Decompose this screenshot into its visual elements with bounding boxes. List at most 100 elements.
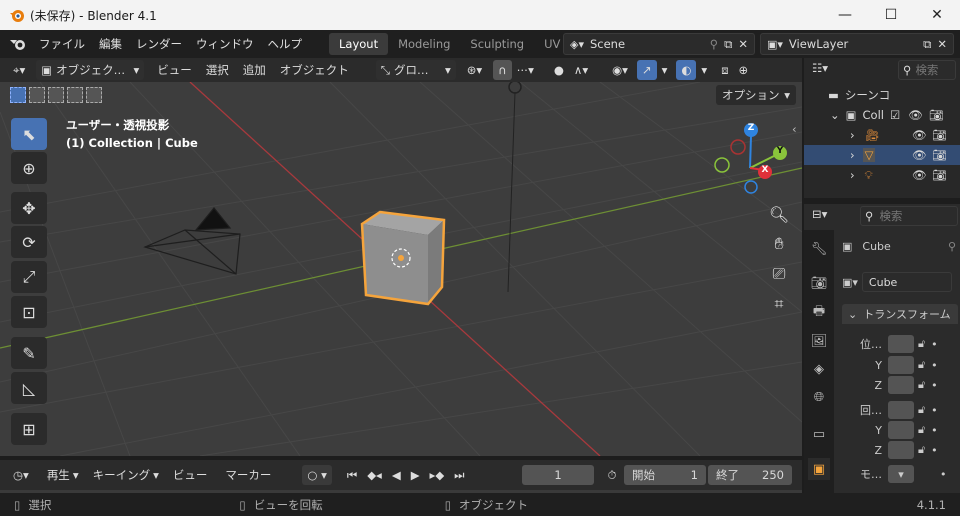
proportional-falloff-button[interactable]: ∧▾: [569, 60, 593, 80]
blender-menu-icon[interactable]: [4, 30, 32, 58]
output-tab-icon[interactable]: 🖶: [808, 302, 830, 324]
camera-render-icon[interactable]: 📷︎: [932, 148, 947, 162]
object-tab-icon[interactable]: ▣: [808, 458, 830, 480]
transform-orientation-dropdown[interactable]: ⤡ グロ… ▾: [375, 60, 456, 80]
shading-wireframe-button[interactable]: ⊕: [734, 60, 754, 80]
keyframe-dot-icon[interactable]: •: [931, 444, 938, 457]
select-subtract-icon[interactable]: [48, 87, 64, 103]
properties-editor-type[interactable]: ⊟▾: [812, 207, 827, 221]
select-box-tool[interactable]: ⬉: [11, 118, 47, 150]
start-frame-field[interactable]: 開始 1: [624, 465, 706, 485]
chevron-right-icon[interactable]: ›: [850, 148, 855, 162]
chevron-down-icon[interactable]: ⌄: [830, 108, 840, 122]
select-new-icon[interactable]: [10, 87, 26, 103]
zoom-button[interactable]: 🔍︎: [765, 200, 793, 228]
pan-button[interactable]: ✋︎: [765, 230, 793, 258]
proportional-edit-toggle[interactable]: ●: [549, 60, 569, 80]
collection-tab-icon[interactable]: ▭: [808, 423, 830, 445]
outliner-display-mode[interactable]: ☷▾: [812, 61, 828, 75]
menu-file[interactable]: ファイル: [32, 36, 92, 52]
lock-icon[interactable]: 🔓︎: [918, 337, 925, 351]
pin-icon[interactable]: ⚲: [710, 37, 718, 51]
lock-icon[interactable]: 🔓︎: [918, 358, 925, 372]
rotate-tool[interactable]: ⟳: [11, 226, 47, 258]
current-frame-field[interactable]: 1: [522, 465, 594, 485]
outliner-cube-row[interactable]: › ▽ 👁︎ 📷︎: [804, 145, 960, 165]
gizmo-y-label[interactable]: Y: [774, 146, 786, 156]
lock-icon[interactable]: 🔓︎: [918, 423, 925, 437]
scene-tab-icon[interactable]: ◈: [808, 358, 830, 380]
lock-icon[interactable]: 🔓︎: [918, 378, 925, 392]
viewlayer-selector[interactable]: ▣▾ ViewLayer ⧉ ✕: [760, 33, 954, 55]
keyframe-dot-icon[interactable]: •: [931, 424, 938, 437]
camera-render-icon[interactable]: 📷︎: [929, 108, 944, 122]
jump-end-button[interactable]: ⏭: [449, 465, 469, 485]
prev-keyframe-button[interactable]: ◆◂: [362, 465, 387, 485]
outliner-scene-collection[interactable]: ▬ シーンコ: [804, 85, 960, 105]
rotation-mode-dropdown[interactable]: ▾: [888, 465, 914, 483]
gizmo-z-label[interactable]: Z: [745, 123, 757, 133]
jump-start-button[interactable]: ⏮: [342, 465, 362, 485]
editor-type-button[interactable]: ⌖▾: [8, 60, 30, 80]
menu-help[interactable]: ヘルプ: [261, 36, 310, 52]
eye-icon[interactable]: 👁︎: [912, 128, 927, 142]
play-button[interactable]: ▶: [406, 465, 425, 485]
delete-viewlayer-icon[interactable]: ✕: [937, 37, 947, 51]
3d-viewport[interactable]: Z Y X オプション ▾ ユーザー・透視投影 (1) Collection |…: [0, 82, 802, 456]
object-datablock-icon[interactable]: ▣▾: [842, 276, 858, 289]
marker-menu[interactable]: マーカー: [220, 465, 276, 485]
keyframe-dot-icon[interactable]: •: [931, 404, 938, 417]
cursor-tool[interactable]: ⊕: [11, 152, 47, 184]
next-keyframe-button[interactable]: ▸◆: [425, 465, 450, 485]
xray-toggle[interactable]: ⧈: [716, 60, 733, 80]
gizmo-x-label[interactable]: X: [759, 165, 771, 175]
eye-icon[interactable]: 👁︎: [908, 108, 923, 122]
transform-tool[interactable]: ⊡: [11, 296, 47, 328]
transform-panel-header[interactable]: ⌄ トランスフォーム: [842, 304, 958, 324]
outliner-camera-row[interactable]: › 🎥︎ 👁︎ 📷︎: [804, 125, 960, 145]
menu-object[interactable]: オブジェクト: [275, 60, 354, 80]
eye-icon[interactable]: 👁︎: [912, 168, 927, 182]
location-z-field[interactable]: [888, 376, 914, 394]
end-frame-field[interactable]: 終了 250: [708, 465, 792, 485]
menu-add[interactable]: 追加: [238, 60, 271, 80]
rotation-x-field[interactable]: [888, 401, 914, 419]
overlay-toggle[interactable]: ◐: [676, 60, 697, 80]
lock-icon[interactable]: 🔓︎: [918, 403, 925, 417]
keyframe-dot-icon[interactable]: •: [940, 468, 947, 481]
location-y-field[interactable]: [888, 356, 914, 374]
close-button[interactable]: ✕: [914, 0, 960, 30]
auto-keying-toggle[interactable]: ○ ▾: [302, 465, 332, 485]
camera-render-icon[interactable]: 📷︎: [932, 168, 947, 182]
sidebar-collapse-icon[interactable]: ‹: [792, 122, 797, 136]
chevron-right-icon[interactable]: ›: [850, 168, 855, 182]
object-name[interactable]: Cube: [862, 240, 890, 253]
outliner-light-row[interactable]: › 💡︎ 👁︎ 📷︎: [804, 165, 960, 185]
mode-dropdown[interactable]: ▣ オブジェク… ▾: [36, 60, 145, 80]
camera-render-icon[interactable]: 📷︎: [932, 128, 947, 142]
scale-tool[interactable]: ⤢: [11, 261, 47, 293]
tool-tab-icon[interactable]: 🔧︎: [808, 238, 830, 260]
snap-settings-button[interactable]: ⋯▾: [512, 60, 539, 80]
annotate-tool[interactable]: ✎: [11, 337, 47, 369]
gizmo-dropdown[interactable]: ▾: [657, 60, 673, 80]
measure-tool[interactable]: ◺: [11, 372, 47, 404]
properties-search-input[interactable]: ⚲ 検索: [860, 206, 958, 226]
keyframe-dot-icon[interactable]: •: [931, 379, 938, 392]
select-extend-icon[interactable]: [29, 87, 45, 103]
gizmo-toggle[interactable]: ↗: [636, 60, 657, 80]
playback-menu[interactable]: 再生 ▾: [42, 465, 84, 485]
tab-sculpting[interactable]: Sculpting: [460, 33, 534, 55]
play-reverse-button[interactable]: ◀: [387, 465, 406, 485]
rotation-y-field[interactable]: [888, 421, 914, 439]
select-invert-icon[interactable]: [67, 87, 83, 103]
location-x-field[interactable]: [888, 335, 914, 353]
tab-layout[interactable]: Layout: [329, 33, 389, 55]
outliner-collection-row[interactable]: ⌄ ▣ Coll ☑ 👁︎ 📷︎: [804, 105, 960, 125]
view-layer-tab-icon[interactable]: 🖼︎: [808, 330, 830, 352]
timeline-view-menu[interactable]: ビュー: [168, 465, 213, 485]
keyframe-dot-icon[interactable]: •: [931, 359, 938, 372]
move-tool[interactable]: ✥: [11, 192, 47, 224]
overlay-dropdown[interactable]: ▾: [696, 60, 712, 80]
checkbox-icon[interactable]: ☑: [890, 108, 900, 122]
